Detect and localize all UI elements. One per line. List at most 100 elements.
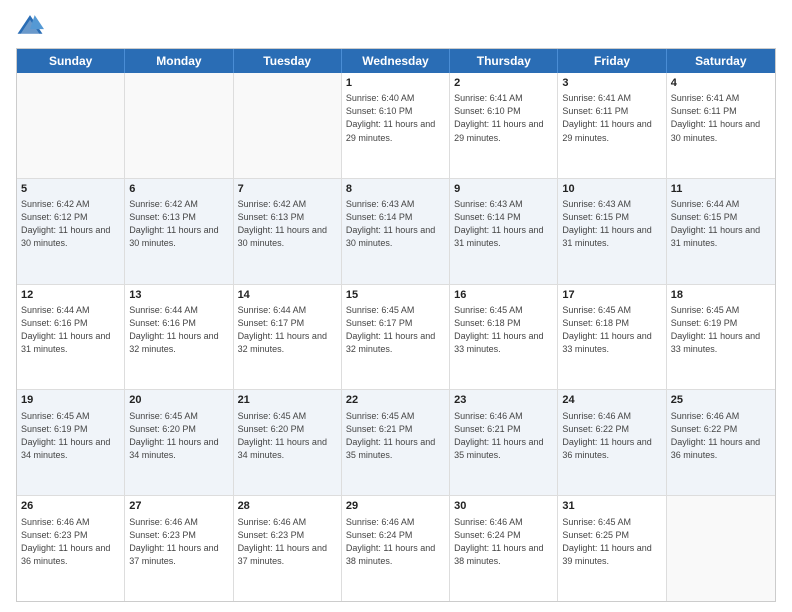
day-number: 31 [562, 499, 661, 514]
calendar-cell: 8Sunrise: 6:43 AMSunset: 6:14 PMDaylight… [342, 179, 450, 284]
day-info: Sunrise: 6:46 AMSunset: 6:23 PMDaylight:… [129, 516, 228, 568]
day-info: Sunrise: 6:45 AMSunset: 6:18 PMDaylight:… [562, 304, 661, 356]
weekday-header: Monday [125, 49, 233, 73]
calendar-cell: 2Sunrise: 6:41 AMSunset: 6:10 PMDaylight… [450, 73, 558, 178]
weekday-header: Saturday [667, 49, 775, 73]
day-info: Sunrise: 6:46 AMSunset: 6:24 PMDaylight:… [454, 516, 553, 568]
calendar-cell [17, 73, 125, 178]
day-info: Sunrise: 6:41 AMSunset: 6:10 PMDaylight:… [454, 92, 553, 144]
calendar-cell: 12Sunrise: 6:44 AMSunset: 6:16 PMDayligh… [17, 285, 125, 390]
calendar-cell [667, 496, 775, 601]
day-number: 18 [671, 288, 771, 303]
day-info: Sunrise: 6:44 AMSunset: 6:16 PMDaylight:… [21, 304, 120, 356]
day-info: Sunrise: 6:43 AMSunset: 6:14 PMDaylight:… [346, 198, 445, 250]
day-number: 5 [21, 182, 120, 197]
calendar-cell: 17Sunrise: 6:45 AMSunset: 6:18 PMDayligh… [558, 285, 666, 390]
day-info: Sunrise: 6:46 AMSunset: 6:22 PMDaylight:… [562, 410, 661, 462]
weekday-header: Friday [558, 49, 666, 73]
calendar-cell [234, 73, 342, 178]
day-info: Sunrise: 6:44 AMSunset: 6:15 PMDaylight:… [671, 198, 771, 250]
weekday-header: Thursday [450, 49, 558, 73]
day-info: Sunrise: 6:44 AMSunset: 6:17 PMDaylight:… [238, 304, 337, 356]
day-number: 24 [562, 393, 661, 408]
day-number: 14 [238, 288, 337, 303]
calendar-week-row: 12Sunrise: 6:44 AMSunset: 6:16 PMDayligh… [17, 285, 775, 391]
day-info: Sunrise: 6:45 AMSunset: 6:19 PMDaylight:… [671, 304, 771, 356]
calendar-cell: 28 Sunrise: 6:46 AMSunset: 6:23 PMDayligh… [234, 496, 342, 601]
day-info: Sunrise: 6:45 AMSunset: 6:20 PMDaylight:… [129, 410, 228, 462]
calendar-cell: 25Sunrise: 6:46 AMSunset: 6:22 PMDayligh… [667, 390, 775, 495]
calendar-cell: 9Sunrise: 6:43 AMSunset: 6:14 PMDaylight… [450, 179, 558, 284]
day-info: Sunrise: 6:41 AMSunset: 6:11 PMDaylight:… [562, 92, 661, 144]
weekday-header: Sunday [17, 49, 125, 73]
day-info: Sunrise: 6:42 AMSunset: 6:13 PMDaylight:… [129, 198, 228, 250]
day-number: 9 [454, 182, 553, 197]
day-info: Sunrise: 6:45 AMSunset: 6:21 PMDaylight:… [346, 410, 445, 462]
day-info: Sunrise: 6:41 AMSunset: 6:11 PMDaylight:… [671, 92, 771, 144]
day-info: Sunrise: 6:45 AMSunset: 6:20 PMDaylight:… [238, 410, 337, 462]
day-number: 7 [238, 182, 337, 197]
day-number: 2 [454, 76, 553, 91]
calendar-cell: 1Sunrise: 6:40 AMSunset: 6:10 PMDaylight… [342, 73, 450, 178]
calendar-body: 1Sunrise: 6:40 AMSunset: 6:10 PMDaylight… [17, 73, 775, 601]
day-info: Sunrise: 6:45 AMSunset: 6:25 PMDaylight:… [562, 516, 661, 568]
calendar-week-row: 19 Sunrise: 6:45 AMSunset: 6:19 PMDayligh… [17, 390, 775, 496]
day-info: Sunrise: 6:46 AMSunset: 6:23 PMDaylight:… [21, 516, 120, 568]
day-info: Sunrise: 6:40 AMSunset: 6:10 PMDaylight:… [346, 92, 445, 144]
calendar-cell: 4Sunrise: 6:41 AMSunset: 6:11 PMDaylight… [667, 73, 775, 178]
calendar-cell: 7Sunrise: 6:42 AMSunset: 6:13 PMDaylight… [234, 179, 342, 284]
day-number: 4 [671, 76, 771, 91]
day-number: 28 [238, 499, 337, 514]
calendar-cell: 18Sunrise: 6:45 AMSunset: 6:19 PMDayligh… [667, 285, 775, 390]
logo [16, 12, 48, 40]
day-number: 29 [346, 499, 445, 514]
calendar-cell: 23Sunrise: 6:46 AMSunset: 6:21 PMDayligh… [450, 390, 558, 495]
calendar-cell: 15Sunrise: 6:45 AMSunset: 6:17 PMDayligh… [342, 285, 450, 390]
day-number: 10 [562, 182, 661, 197]
calendar-cell: 27 Sunrise: 6:46 AMSunset: 6:23 PMDayligh… [125, 496, 233, 601]
calendar-cell [125, 73, 233, 178]
day-number: 23 [454, 393, 553, 408]
day-info: Sunrise: 6:45 AMSunset: 6:18 PMDaylight:… [454, 304, 553, 356]
day-number: 3 [562, 76, 661, 91]
calendar-week-row: 26 Sunrise: 6:46 AMSunset: 6:23 PMDayligh… [17, 496, 775, 601]
day-number: 1 [346, 76, 445, 91]
day-number: 11 [671, 182, 771, 197]
logo-icon [16, 12, 44, 40]
day-info: Sunrise: 6:42 AMSunset: 6:13 PMDaylight:… [238, 198, 337, 250]
calendar: SundayMondayTuesdayWednesdayThursdayFrid… [16, 48, 776, 602]
day-number: 21 [238, 393, 337, 408]
day-number: 26 [21, 499, 120, 514]
day-number: 22 [346, 393, 445, 408]
day-info: Sunrise: 6:44 AMSunset: 6:16 PMDaylight:… [129, 304, 228, 356]
day-number: 8 [346, 182, 445, 197]
page: SundayMondayTuesdayWednesdayThursdayFrid… [0, 0, 792, 612]
day-info: Sunrise: 6:43 AMSunset: 6:15 PMDaylight:… [562, 198, 661, 250]
day-info: Sunrise: 6:43 AMSunset: 6:14 PMDaylight:… [454, 198, 553, 250]
day-number: 20 [129, 393, 228, 408]
day-info: Sunrise: 6:45 AMSunset: 6:17 PMDaylight:… [346, 304, 445, 356]
calendar-cell: 16Sunrise: 6:45 AMSunset: 6:18 PMDayligh… [450, 285, 558, 390]
calendar-cell: 13Sunrise: 6:44 AMSunset: 6:16 PMDayligh… [125, 285, 233, 390]
header [16, 12, 776, 40]
day-number: 6 [129, 182, 228, 197]
calendar-cell: 19 Sunrise: 6:45 AMSunset: 6:19 PMDayligh… [17, 390, 125, 495]
calendar-cell: 5Sunrise: 6:42 AMSunset: 6:12 PMDaylight… [17, 179, 125, 284]
calendar-cell: 11Sunrise: 6:44 AMSunset: 6:15 PMDayligh… [667, 179, 775, 284]
day-number: 19 [21, 393, 120, 408]
calendar-cell: 29 Sunrise: 6:46 AMSunset: 6:24 PMDayligh… [342, 496, 450, 601]
calendar-cell: 30 Sunrise: 6:46 AMSunset: 6:24 PMDayligh… [450, 496, 558, 601]
weekday-header: Tuesday [234, 49, 342, 73]
day-number: 30 [454, 499, 553, 514]
day-number: 15 [346, 288, 445, 303]
calendar-cell: 10Sunrise: 6:43 AMSunset: 6:15 PMDayligh… [558, 179, 666, 284]
day-info: Sunrise: 6:46 AMSunset: 6:24 PMDaylight:… [346, 516, 445, 568]
calendar-week-row: 1Sunrise: 6:40 AMSunset: 6:10 PMDaylight… [17, 73, 775, 179]
day-number: 27 [129, 499, 228, 514]
calendar-cell: 14Sunrise: 6:44 AMSunset: 6:17 PMDayligh… [234, 285, 342, 390]
day-info: Sunrise: 6:45 AMSunset: 6:19 PMDaylight:… [21, 410, 120, 462]
day-info: Sunrise: 6:42 AMSunset: 6:12 PMDaylight:… [21, 198, 120, 250]
day-info: Sunrise: 6:46 AMSunset: 6:23 PMDaylight:… [238, 516, 337, 568]
calendar-cell: 22 Sunrise: 6:45 AMSunset: 6:21 PMDayligh… [342, 390, 450, 495]
calendar-cell: 21 Sunrise: 6:45 AMSunset: 6:20 PMDayligh… [234, 390, 342, 495]
